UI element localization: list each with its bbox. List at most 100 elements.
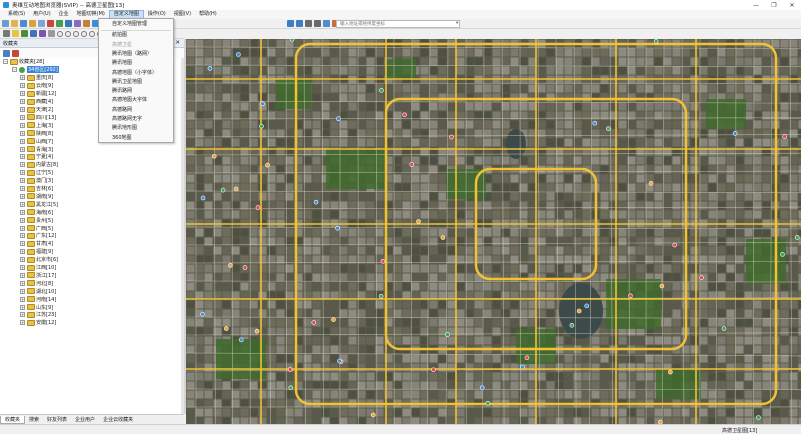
expand-icon[interactable]: +	[20, 272, 25, 278]
tree-province-item[interactable]: + 辽宁[5]	[20, 169, 53, 177]
dropdown-item[interactable]: 腾讯路网	[99, 87, 173, 96]
dropdown-item[interactable]: 腾讯地形图	[99, 124, 173, 133]
collapse-icon[interactable]: −	[12, 67, 17, 73]
tree-province-item[interactable]: + 广东[12]	[20, 232, 56, 240]
new-icon[interactable]	[2, 20, 9, 27]
tree-province-item[interactable]: + 福建[9]	[20, 248, 53, 256]
expand-icon[interactable]: +	[20, 217, 25, 223]
poi-marker[interactable]	[520, 364, 525, 370]
marker-filter-icon[interactable]	[12, 49, 19, 57]
expand-icon[interactable]: +	[20, 154, 25, 160]
expand-icon[interactable]: +	[20, 91, 25, 97]
poi-marker[interactable]	[699, 275, 704, 280]
address-search-input[interactable]	[336, 20, 460, 28]
tree-province-item[interactable]: + 甘肃[4]	[20, 240, 53, 248]
menu-help[interactable]: 帮助(H)	[195, 10, 221, 19]
sync-icon[interactable]	[314, 20, 321, 27]
dropdown-item[interactable]: 高德地图（小字体）	[99, 69, 173, 78]
poi-marker[interactable]	[409, 162, 415, 167]
tree-group[interactable]: − 34省区[292]	[12, 66, 59, 74]
tree-province-item[interactable]: + 江西[10]	[20, 264, 56, 272]
tree-province-item[interactable]: + 江苏[23]	[20, 311, 56, 319]
tab-enterprise-users[interactable]: 企业用户	[71, 416, 99, 423]
expand-icon[interactable]: +	[20, 296, 25, 302]
tab-friends[interactable]: 好友列表	[43, 416, 71, 423]
poi-marker[interactable]	[449, 134, 454, 140]
expand-icon[interactable]: +	[20, 114, 25, 120]
poi-marker[interactable]	[721, 326, 727, 331]
measure-icon[interactable]	[83, 20, 90, 27]
tree-province-item[interactable]: + 浙江[17]	[20, 272, 56, 280]
poi-marker[interactable]	[331, 317, 336, 322]
menu-user[interactable]: 用户(U)	[29, 10, 55, 19]
marker-icon[interactable]	[47, 20, 54, 27]
save-icon[interactable]	[20, 20, 27, 27]
dropdown-item[interactable]: 腾讯地图	[99, 59, 173, 68]
poi-marker[interactable]	[431, 367, 436, 373]
poi-marker[interactable]	[313, 199, 319, 205]
tree-province-item[interactable]: + 四川[13]	[20, 114, 56, 122]
poi-marker[interactable]	[782, 134, 787, 139]
menu-enterprise[interactable]: 企业	[55, 10, 73, 19]
poi-marker[interactable]	[653, 39, 659, 44]
expand-icon[interactable]: +	[20, 138, 25, 144]
tree-province-item[interactable]: + 河北[8]	[20, 279, 53, 287]
expand-icon[interactable]: +	[20, 209, 25, 215]
expand-icon[interactable]: +	[20, 225, 25, 231]
panel-close-icon[interactable]: ✕	[175, 40, 184, 46]
poi-marker[interactable]	[524, 355, 530, 361]
flag-icon[interactable]	[30, 30, 37, 37]
expand-icon[interactable]: +	[20, 122, 25, 128]
poi-marker[interactable]	[648, 181, 654, 186]
grid-icon[interactable]	[323, 20, 330, 27]
tree-province-item[interactable]: + 河南[14]	[20, 295, 56, 303]
tree-province-item[interactable]: + 湖北[10]	[20, 287, 56, 295]
poi-marker[interactable]	[200, 195, 206, 201]
tree-icon[interactable]	[21, 30, 28, 37]
poi-marker[interactable]	[672, 242, 677, 248]
poi-marker[interactable]	[220, 187, 226, 193]
poi-marker[interactable]	[242, 265, 248, 270]
dropdown-item[interactable]: 360地图	[99, 134, 173, 143]
tree-province-item[interactable]: + 广西[5]	[20, 224, 53, 232]
poi-marker[interactable]	[485, 401, 491, 406]
poi-marker[interactable]	[445, 332, 450, 337]
tree-province-item[interactable]: + 青海[3]	[20, 145, 53, 153]
expand-icon[interactable]: +	[20, 320, 25, 326]
poi-marker[interactable]	[289, 39, 295, 42]
tab-search[interactable]: 搜索	[25, 416, 43, 423]
map-view[interactable]	[186, 39, 801, 424]
expand-icon[interactable]: +	[20, 83, 25, 89]
tree-province-item[interactable]: + 陕西[8]	[20, 129, 53, 137]
poi-marker[interactable]	[337, 358, 342, 364]
dropdown-item[interactable]: 航拍图	[99, 31, 173, 40]
polygon-icon[interactable]	[74, 20, 81, 27]
ellipse-tool-icon[interactable]	[65, 30, 71, 37]
expand-icon[interactable]: +	[20, 280, 25, 286]
poi-marker[interactable]	[260, 101, 265, 107]
tree-province-item[interactable]: + 北京市[6]	[20, 256, 58, 264]
poi-marker[interactable]	[440, 235, 446, 240]
expand-icon[interactable]: +	[20, 186, 25, 192]
tree-province-item[interactable]: + 山东[9]	[20, 303, 53, 311]
expand-icon[interactable]: +	[20, 288, 25, 294]
tab-enterprise-cloud-favorites[interactable]: 企业云收藏夹	[99, 416, 137, 423]
tree-province-item[interactable]: + 安徽[12]	[20, 319, 56, 327]
tree-province-item[interactable]: + 澳门[3]	[20, 177, 53, 185]
tree-province-item[interactable]: + 云南[9]	[20, 82, 53, 90]
poi-marker[interactable]	[336, 116, 341, 122]
dropdown-item[interactable]: 高德地图大字体	[99, 96, 173, 105]
open-icon[interactable]	[11, 20, 18, 27]
poi-marker[interactable]	[254, 328, 260, 334]
dropdown-item[interactable]: 自定义地图管理	[99, 20, 173, 29]
poi-marker[interactable]	[224, 326, 229, 331]
poi-marker[interactable]	[628, 293, 633, 299]
expand-icon[interactable]: +	[20, 312, 25, 318]
expand-icon[interactable]: +	[20, 170, 25, 176]
poi-marker[interactable]	[259, 123, 264, 129]
expand-icon[interactable]: +	[20, 162, 25, 168]
tree-province-item[interactable]: + 上海[3]	[20, 121, 53, 129]
dropdown-item[interactable]: 高德路网无字	[99, 115, 173, 124]
tree-province-item[interactable]: + 贵州[5]	[20, 216, 53, 224]
zoom-in-icon[interactable]	[287, 20, 294, 27]
